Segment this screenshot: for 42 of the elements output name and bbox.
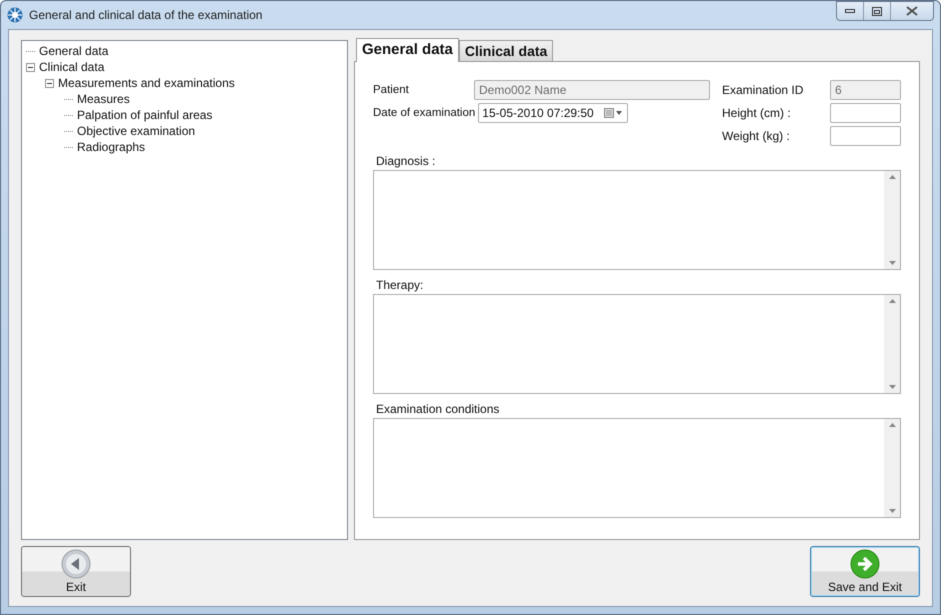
window-title: General and clinical data of the examination	[29, 8, 262, 22]
scroll-up-icon[interactable]	[888, 423, 896, 427]
close-icon	[906, 6, 918, 16]
field-label: Diagnosis :	[376, 154, 436, 168]
scrollbar[interactable]	[884, 419, 900, 517]
tree-item[interactable]: Measures	[76, 92, 131, 106]
tree-item[interactable]: Measurements and examinations	[57, 76, 236, 90]
calendar-dropdown-icon[interactable]	[604, 108, 624, 118]
field-label: Date of examination	[373, 107, 476, 119]
scroll-up-icon[interactable]	[888, 175, 896, 179]
text-area[interactable]	[373, 418, 901, 518]
scroll-down-icon[interactable]	[888, 261, 896, 265]
tree-item[interactable]: Palpation of painful areas	[76, 108, 214, 122]
scrollbar[interactable]	[884, 171, 900, 269]
field-label: Patient	[373, 84, 410, 96]
maximize-icon	[872, 6, 882, 16]
app-logo-icon	[7, 7, 23, 23]
weight-field[interactable]	[830, 126, 901, 146]
minimize-icon	[845, 8, 855, 14]
field-label: Examination conditions	[376, 402, 500, 416]
tree-item[interactable]: General data	[38, 44, 110, 58]
text-area[interactable]	[373, 170, 901, 270]
field-label: Weight (kg) :	[722, 129, 791, 143]
scroll-down-icon[interactable]	[888, 509, 896, 513]
text-area[interactable]	[373, 294, 901, 394]
collapse-icon[interactable]	[45, 78, 54, 88]
scrollbar[interactable]	[884, 295, 900, 393]
field-label: Therapy:	[376, 278, 424, 292]
tab[interactable]: General data	[356, 38, 459, 62]
date-picker[interactable]: 15-05-2010 07:29:50	[478, 103, 628, 123]
tab[interactable]: Clinical data	[458, 40, 554, 61]
tree-item[interactable]: Objective examination	[76, 124, 196, 138]
tree-item[interactable]: Clinical data	[38, 60, 106, 74]
scroll-down-icon[interactable]	[888, 385, 896, 389]
field-label: Height (cm) :	[722, 106, 792, 120]
tree-item[interactable]: Radiographs	[76, 140, 146, 154]
exit-button[interactable]: Exit	[21, 546, 131, 597]
field-label: Examination ID	[722, 83, 804, 97]
height-field[interactable]	[830, 103, 901, 123]
collapse-icon[interactable]	[26, 62, 35, 72]
save-and-exit-button[interactable]: Save and Exit	[810, 546, 920, 597]
scroll-up-icon[interactable]	[888, 299, 896, 303]
